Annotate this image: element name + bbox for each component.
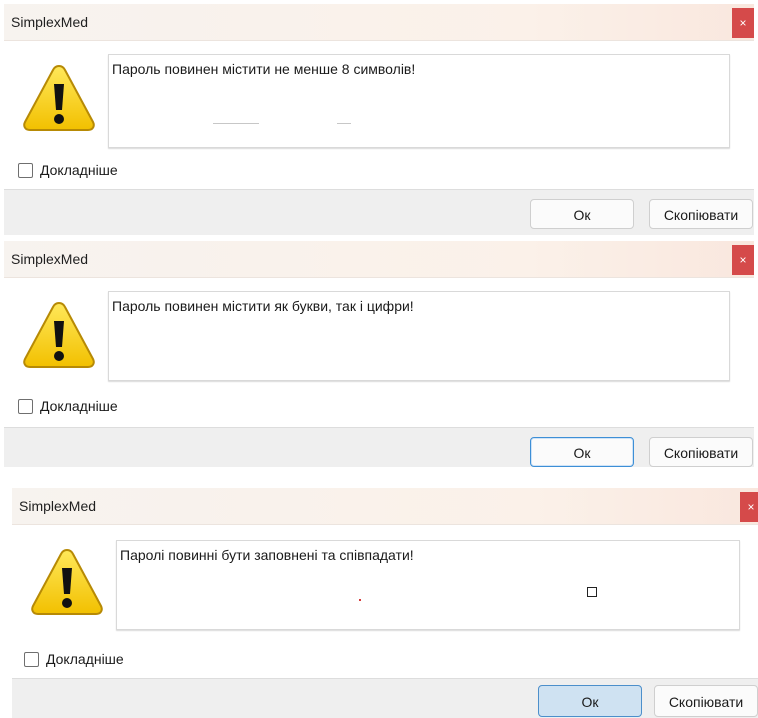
button-bar: Ок Скопіювати	[4, 427, 754, 467]
warning-icon	[23, 301, 95, 368]
ok-button[interactable]: Ок	[538, 685, 642, 717]
close-button[interactable]: ×	[740, 492, 758, 522]
copy-button[interactable]: Скопіювати	[654, 685, 758, 717]
message-box: Пароль повинен містити не менше 8 символ…	[108, 54, 730, 148]
error-message: Паролі повинні бути заповнені та співпад…	[120, 547, 414, 563]
message-box: Пароль повинен містити як букви, так і ц…	[108, 291, 730, 381]
faint-mark	[213, 123, 259, 124]
details-checkbox[interactable]	[18, 399, 33, 414]
window-title: SimplexMed	[19, 498, 97, 514]
title-bar[interactable]: SimplexMed ×	[4, 241, 754, 278]
copy-button[interactable]: Скопіювати	[649, 199, 753, 229]
ok-button[interactable]: Ок	[530, 199, 634, 229]
window-title: SimplexMed	[11, 251, 89, 267]
error-message: Пароль повинен містити як букви, так і ц…	[112, 298, 414, 314]
message-box: Паролі повинні бути заповнені та співпад…	[116, 540, 740, 630]
close-button[interactable]: ×	[732, 8, 754, 38]
details-label: Докладніше	[46, 651, 124, 667]
stray-dot-mark	[359, 599, 361, 601]
faint-mark	[337, 123, 351, 124]
password-match-dialog: SimplexMed × Паролі повинні бути заповне…	[12, 488, 758, 718]
details-label: Докладніше	[40, 162, 118, 178]
password-length-dialog: SimplexMed × Пароль повинен містити не м…	[4, 4, 754, 235]
stray-square-mark	[587, 587, 597, 597]
warning-icon	[23, 64, 95, 131]
details-checkbox[interactable]	[24, 652, 39, 667]
title-bar[interactable]: SimplexMed ×	[12, 488, 758, 525]
window-title: SimplexMed	[11, 14, 89, 30]
button-bar: Ок Скопіювати	[12, 678, 758, 718]
title-bar[interactable]: SimplexMed ×	[4, 4, 754, 41]
details-checkbox[interactable]	[18, 163, 33, 178]
close-button[interactable]: ×	[732, 245, 754, 275]
warning-icon	[31, 548, 103, 615]
details-label: Докладніше	[40, 398, 118, 414]
ok-button[interactable]: Ок	[530, 437, 634, 467]
error-message: Пароль повинен містити не менше 8 символ…	[112, 61, 416, 77]
copy-button[interactable]: Скопіювати	[649, 437, 753, 467]
password-letters-digits-dialog: SimplexMed × Пароль повинен містити як б…	[4, 241, 754, 467]
button-bar: Ок Скопіювати	[4, 189, 754, 235]
